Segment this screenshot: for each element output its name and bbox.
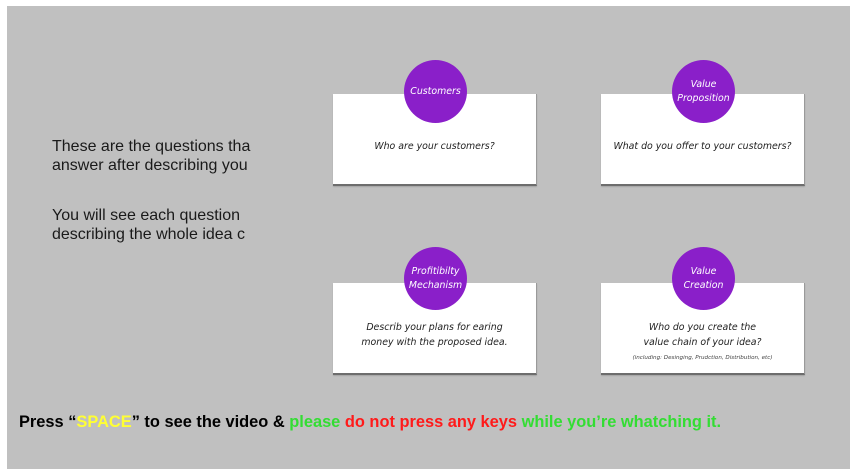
instruction-tail: while you’re whatching it. [517, 413, 722, 431]
question-text: Who are your customers? [333, 139, 536, 154]
question-line: value chain of your idea? [643, 337, 762, 348]
question-line: What do you offer to your customers? [613, 141, 792, 152]
question-note: (including: Desinging, Prudction, Distri… [632, 355, 773, 361]
instruction-text: Press “SPACE” to see the video & please … [19, 413, 721, 432]
slide-canvas: These are the questions tha answer after… [7, 6, 850, 469]
badge-label: Mechanism [408, 279, 463, 291]
question-line: money with the proposed idea. [361, 337, 508, 348]
badge-customers: Customers [404, 60, 467, 123]
intro-line: describing the whole idea c [52, 226, 246, 243]
badge-profitability-mechanism: Profitibilty Mechanism [404, 247, 467, 310]
question-line: Who do you create the [648, 322, 757, 333]
intro-line: These are the questions tha [52, 138, 251, 155]
instruction-please: please [289, 413, 345, 431]
intro-paragraph-1: These are the questions tha answer after… [52, 137, 287, 175]
instruction-warning: do not press any keys [344, 413, 518, 431]
intro-paragraph-2: You will see each question describing th… [52, 206, 287, 244]
badge-value-creation: Value Creation [672, 247, 735, 310]
question-line: Describ your plans for earing [366, 322, 503, 333]
intro-line: answer after describing you [52, 157, 248, 174]
question-line: Who are your customers? [374, 141, 495, 152]
space-key-label: SPACE [76, 413, 132, 431]
instruction-part: ” to see the video & [131, 413, 290, 431]
question-text: What do you offer to your customers? [601, 139, 804, 154]
instruction-part: Press “ [19, 413, 77, 431]
badge-label: Value [690, 265, 717, 277]
intro-line: You will see each question [52, 207, 240, 224]
badge-label: Value [690, 78, 717, 90]
badge-label: Customers [410, 85, 461, 97]
badge-label: Proposition [677, 92, 730, 104]
question-text: Who do you create the value chain of you… [601, 320, 804, 350]
badge-value-proposition: Value Proposition [672, 60, 735, 123]
badge-label: Profitibilty [411, 265, 460, 277]
question-text: Describ your plans for earing money with… [333, 320, 536, 350]
badge-label: Creation [683, 279, 724, 291]
